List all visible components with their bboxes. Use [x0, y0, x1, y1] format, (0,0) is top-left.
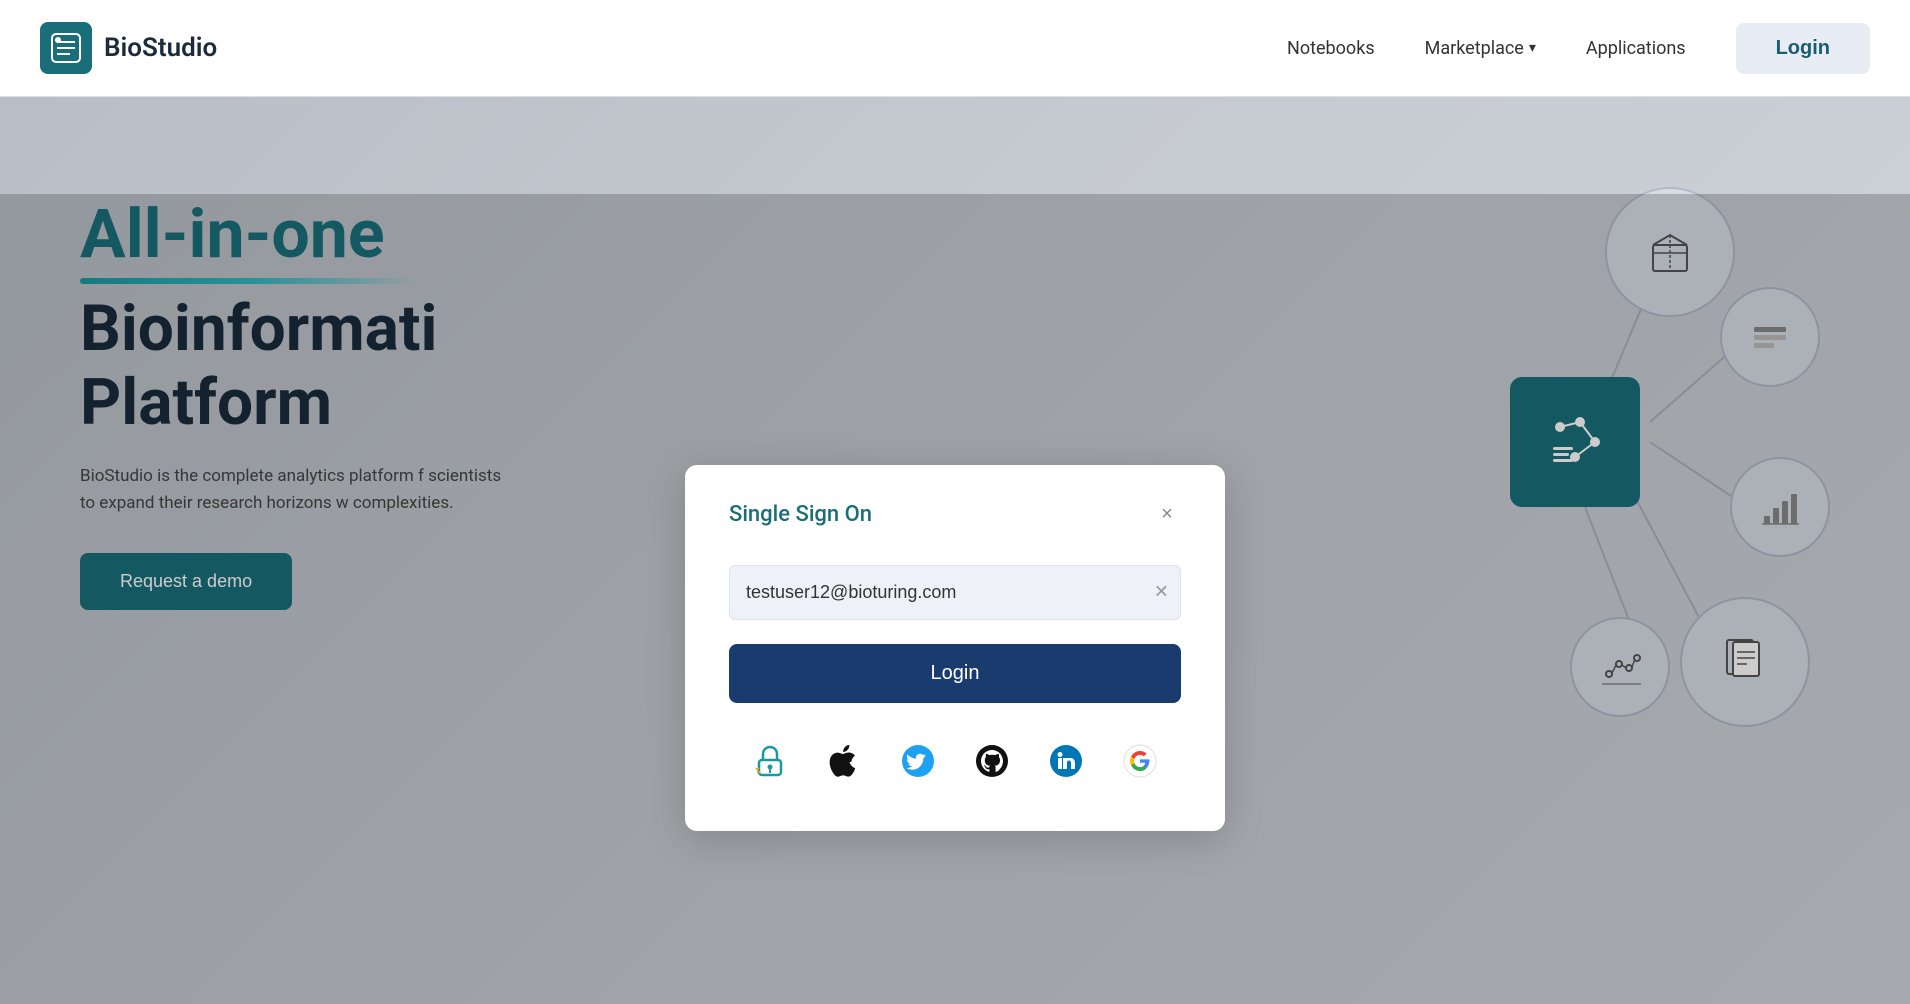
twitter-login-button[interactable]: [892, 735, 944, 787]
sso-login-button[interactable]: [744, 735, 796, 787]
nav-notebooks[interactable]: Notebooks: [1287, 38, 1375, 59]
nav-marketplace[interactable]: Marketplace ▾: [1425, 38, 1536, 59]
hero-background: All-in-one Bioinformati Platform BioStud…: [0, 97, 1910, 1004]
email-input[interactable]: [729, 565, 1181, 620]
navbar: BioStudio Notebooks Marketplace ▾ Applic…: [0, 0, 1910, 97]
clear-email-button[interactable]: ✕: [1154, 582, 1169, 603]
apple-login-button[interactable]: [818, 735, 870, 787]
google-login-button[interactable]: [1114, 735, 1166, 787]
modal-close-button[interactable]: ×: [1153, 501, 1181, 529]
login-button[interactable]: Login: [1736, 23, 1870, 74]
github-login-button[interactable]: [966, 735, 1018, 787]
logo[interactable]: BioStudio: [40, 22, 217, 74]
nav-applications[interactable]: Applications: [1586, 38, 1686, 59]
logo-text: BioStudio: [104, 33, 217, 63]
linkedin-login-button[interactable]: [1040, 735, 1092, 787]
marketplace-chevron-icon: ▾: [1529, 40, 1536, 56]
modal-header: Single Sign On ×: [729, 501, 1181, 529]
social-login-row: [729, 735, 1181, 787]
nav-links: Notebooks Marketplace ▾ Applications Log…: [1287, 23, 1870, 74]
sso-modal: Single Sign On × ✕ Login: [685, 465, 1225, 831]
modal-login-button[interactable]: Login: [729, 644, 1181, 703]
email-field-wrapper: ✕: [729, 565, 1181, 620]
modal-overlay: Single Sign On × ✕ Login: [0, 194, 1910, 1004]
modal-title: Single Sign On: [729, 502, 872, 527]
logo-icon: [40, 22, 92, 74]
